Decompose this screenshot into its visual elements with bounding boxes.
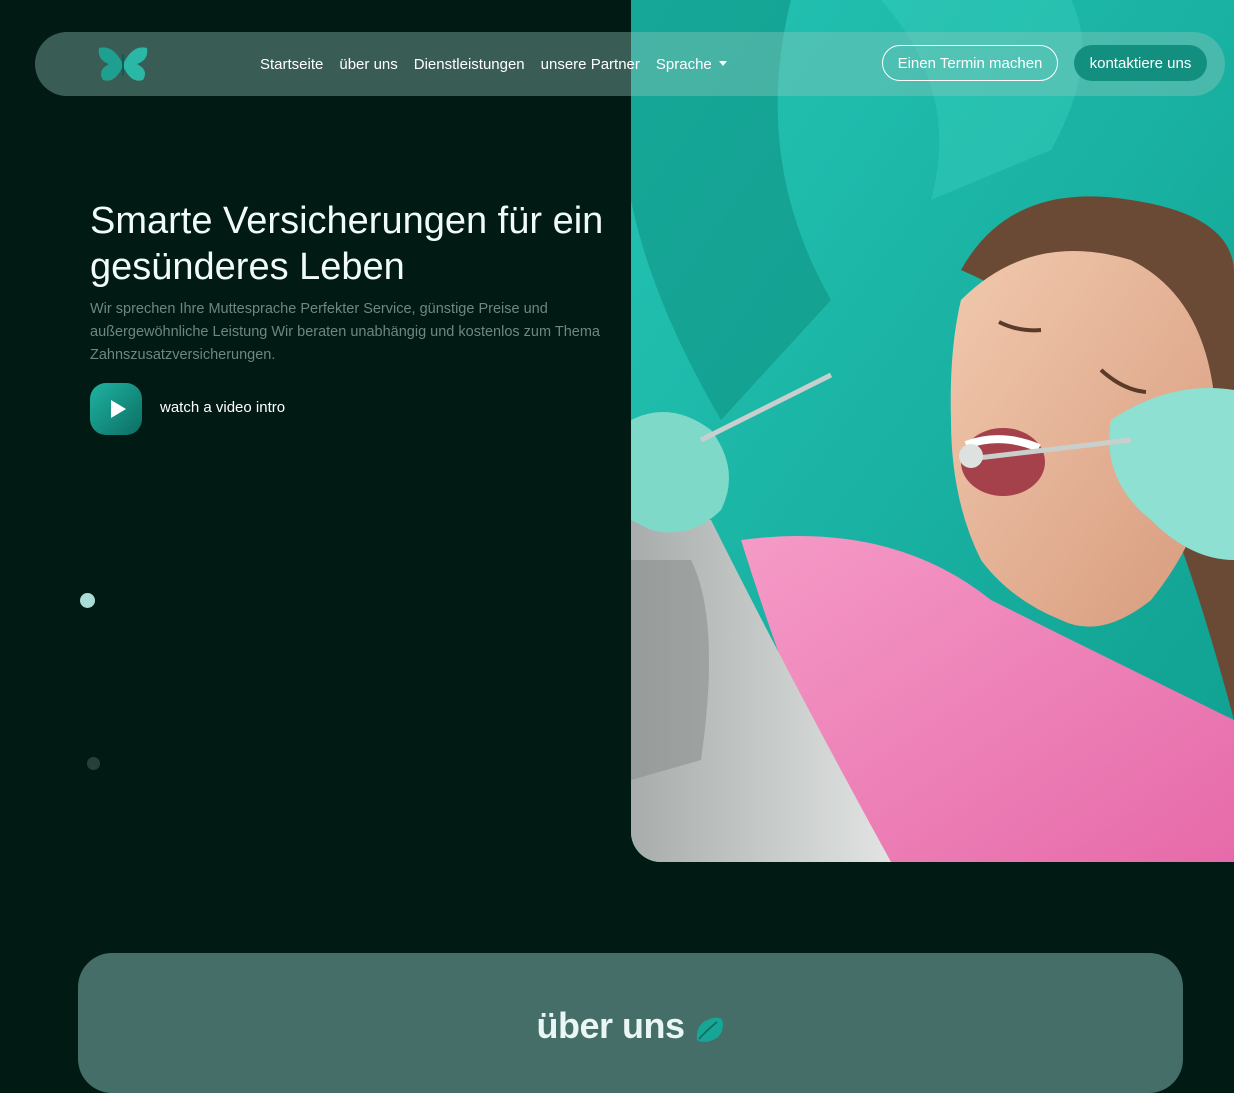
appointment-button[interactable]: Einen Termin machen xyxy=(882,45,1058,81)
navbar: Startseite über uns Dienstleistungen uns… xyxy=(35,32,1225,96)
about-section: über uns xyxy=(78,953,1183,1093)
about-heading: über uns xyxy=(78,1005,1183,1047)
play-icon xyxy=(110,400,126,418)
hero-image xyxy=(631,0,1234,862)
hero-title: Smarte Versicherungen für ein gesünderes… xyxy=(90,200,604,288)
nav-link-startseite[interactable]: Startseite xyxy=(260,56,323,73)
nav-links: Startseite über uns Dienstleistungen uns… xyxy=(260,32,727,96)
slider-dot-active[interactable] xyxy=(80,593,95,608)
chevron-down-icon xyxy=(718,60,727,66)
nav-link-unsere-partner[interactable]: unsere Partner xyxy=(541,56,640,73)
nav-link-ueber-uns[interactable]: über uns xyxy=(339,56,397,73)
leaf-icon xyxy=(696,1017,723,1042)
about-heading-text: über uns xyxy=(536,1005,685,1046)
butterfly-logo-icon[interactable] xyxy=(95,42,151,86)
slider-dot[interactable] xyxy=(87,757,100,770)
contact-button[interactable]: kontaktiere uns xyxy=(1074,45,1207,81)
language-label: Sprache xyxy=(655,55,712,73)
language-dropdown[interactable]: Sprache xyxy=(656,56,727,73)
nav-link-dienstleistungen[interactable]: Dienstleistungen xyxy=(414,56,525,73)
video-intro-link[interactable]: watch a video intro xyxy=(160,399,285,416)
hero-description: Wir sprechen Ihre Muttesprache Perfekter… xyxy=(90,301,600,363)
play-video-button[interactable] xyxy=(90,383,142,435)
